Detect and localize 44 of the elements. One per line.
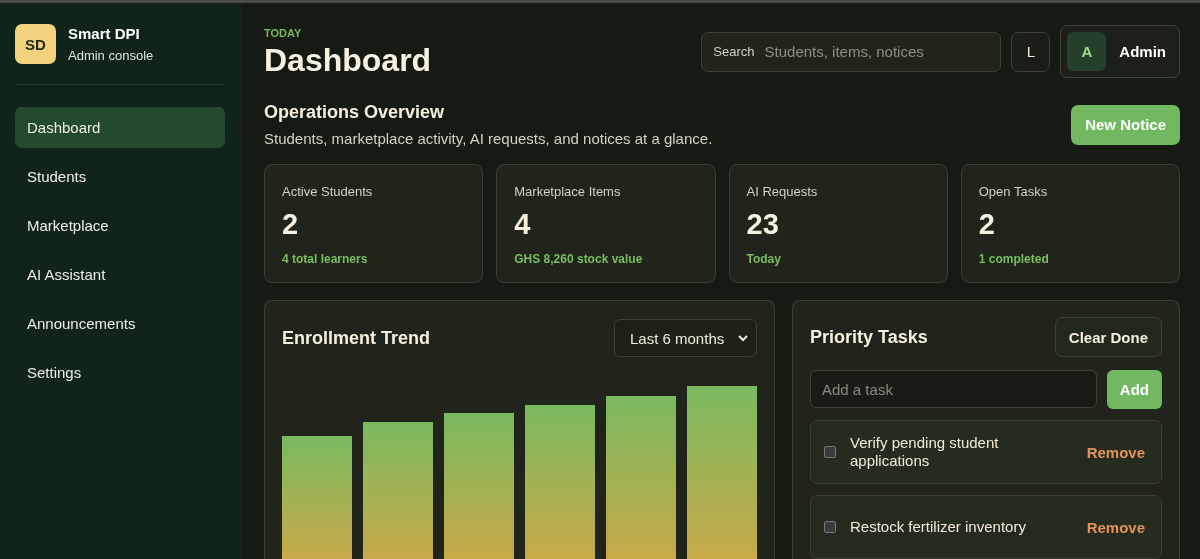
app-title: Smart DPI (68, 25, 141, 42)
stat-value: 2 (978, 208, 996, 241)
panel-title: Priority Tasks (810, 326, 928, 348)
stat-note: GHS 8,260 stock value (514, 252, 644, 266)
date-label: TODAY (264, 27, 303, 39)
page-title: Dashboard (264, 42, 432, 79)
search-field[interactable]: Search Students, items, notices (701, 31, 1002, 72)
search-label: Search (713, 44, 755, 59)
chart-title: Enrollment Trend (282, 327, 431, 349)
stat-note: Today (746, 252, 782, 266)
logo-badge: SD (15, 24, 56, 64)
nav-item[interactable]: Settings (15, 352, 225, 393)
checkbox[interactable] (824, 446, 836, 458)
user-menu[interactable]: A Admin (1060, 25, 1180, 78)
stat-note: 4 total learners (282, 252, 369, 266)
chevron-down-icon (738, 334, 748, 342)
stat-label: AI Requests (746, 184, 819, 199)
task-text: Restock fertilizer inventory (850, 518, 1027, 536)
avatar: A (1067, 32, 1107, 71)
clear-done-button[interactable]: Clear Done (1054, 317, 1162, 357)
stat-value: 4 (514, 208, 532, 241)
range-dropdown[interactable]: Last 6 months (614, 319, 757, 357)
nav-item[interactable]: Students (15, 156, 225, 197)
search-input[interactable]: Students, items, notices (764, 43, 990, 60)
app-subtitle: Admin console (68, 48, 154, 63)
stat-label: Active Students (282, 184, 374, 199)
remove-button[interactable]: Remove (1086, 518, 1145, 536)
nav-item[interactable]: AI Assistant (15, 254, 225, 295)
user-name: Admin (1119, 43, 1166, 60)
section-title: Operations Overview (264, 102, 446, 123)
section-subtitle: Students, marketplace activity, AI requests, and notices at a glance. (264, 130, 713, 147)
stat-value: 23 (746, 208, 780, 241)
stat-value: 2 (282, 208, 300, 241)
task-text: Verify pending student applications (850, 434, 1000, 470)
remove-button[interactable]: Remove (1086, 443, 1145, 461)
task-input-field[interactable]: Add a task (810, 370, 1097, 408)
nav-item[interactable]: Dashboard (15, 107, 225, 148)
stat-note: 1 completed (978, 252, 1050, 266)
theme-button[interactable]: L (1011, 31, 1051, 72)
stat-label: Open Tasks (978, 184, 1049, 199)
nav-item[interactable]: Marketplace (15, 205, 225, 246)
checkbox[interactable] (824, 521, 836, 533)
stat-label: Marketplace Items (514, 184, 622, 199)
nav-item[interactable]: Announcements (15, 303, 225, 344)
